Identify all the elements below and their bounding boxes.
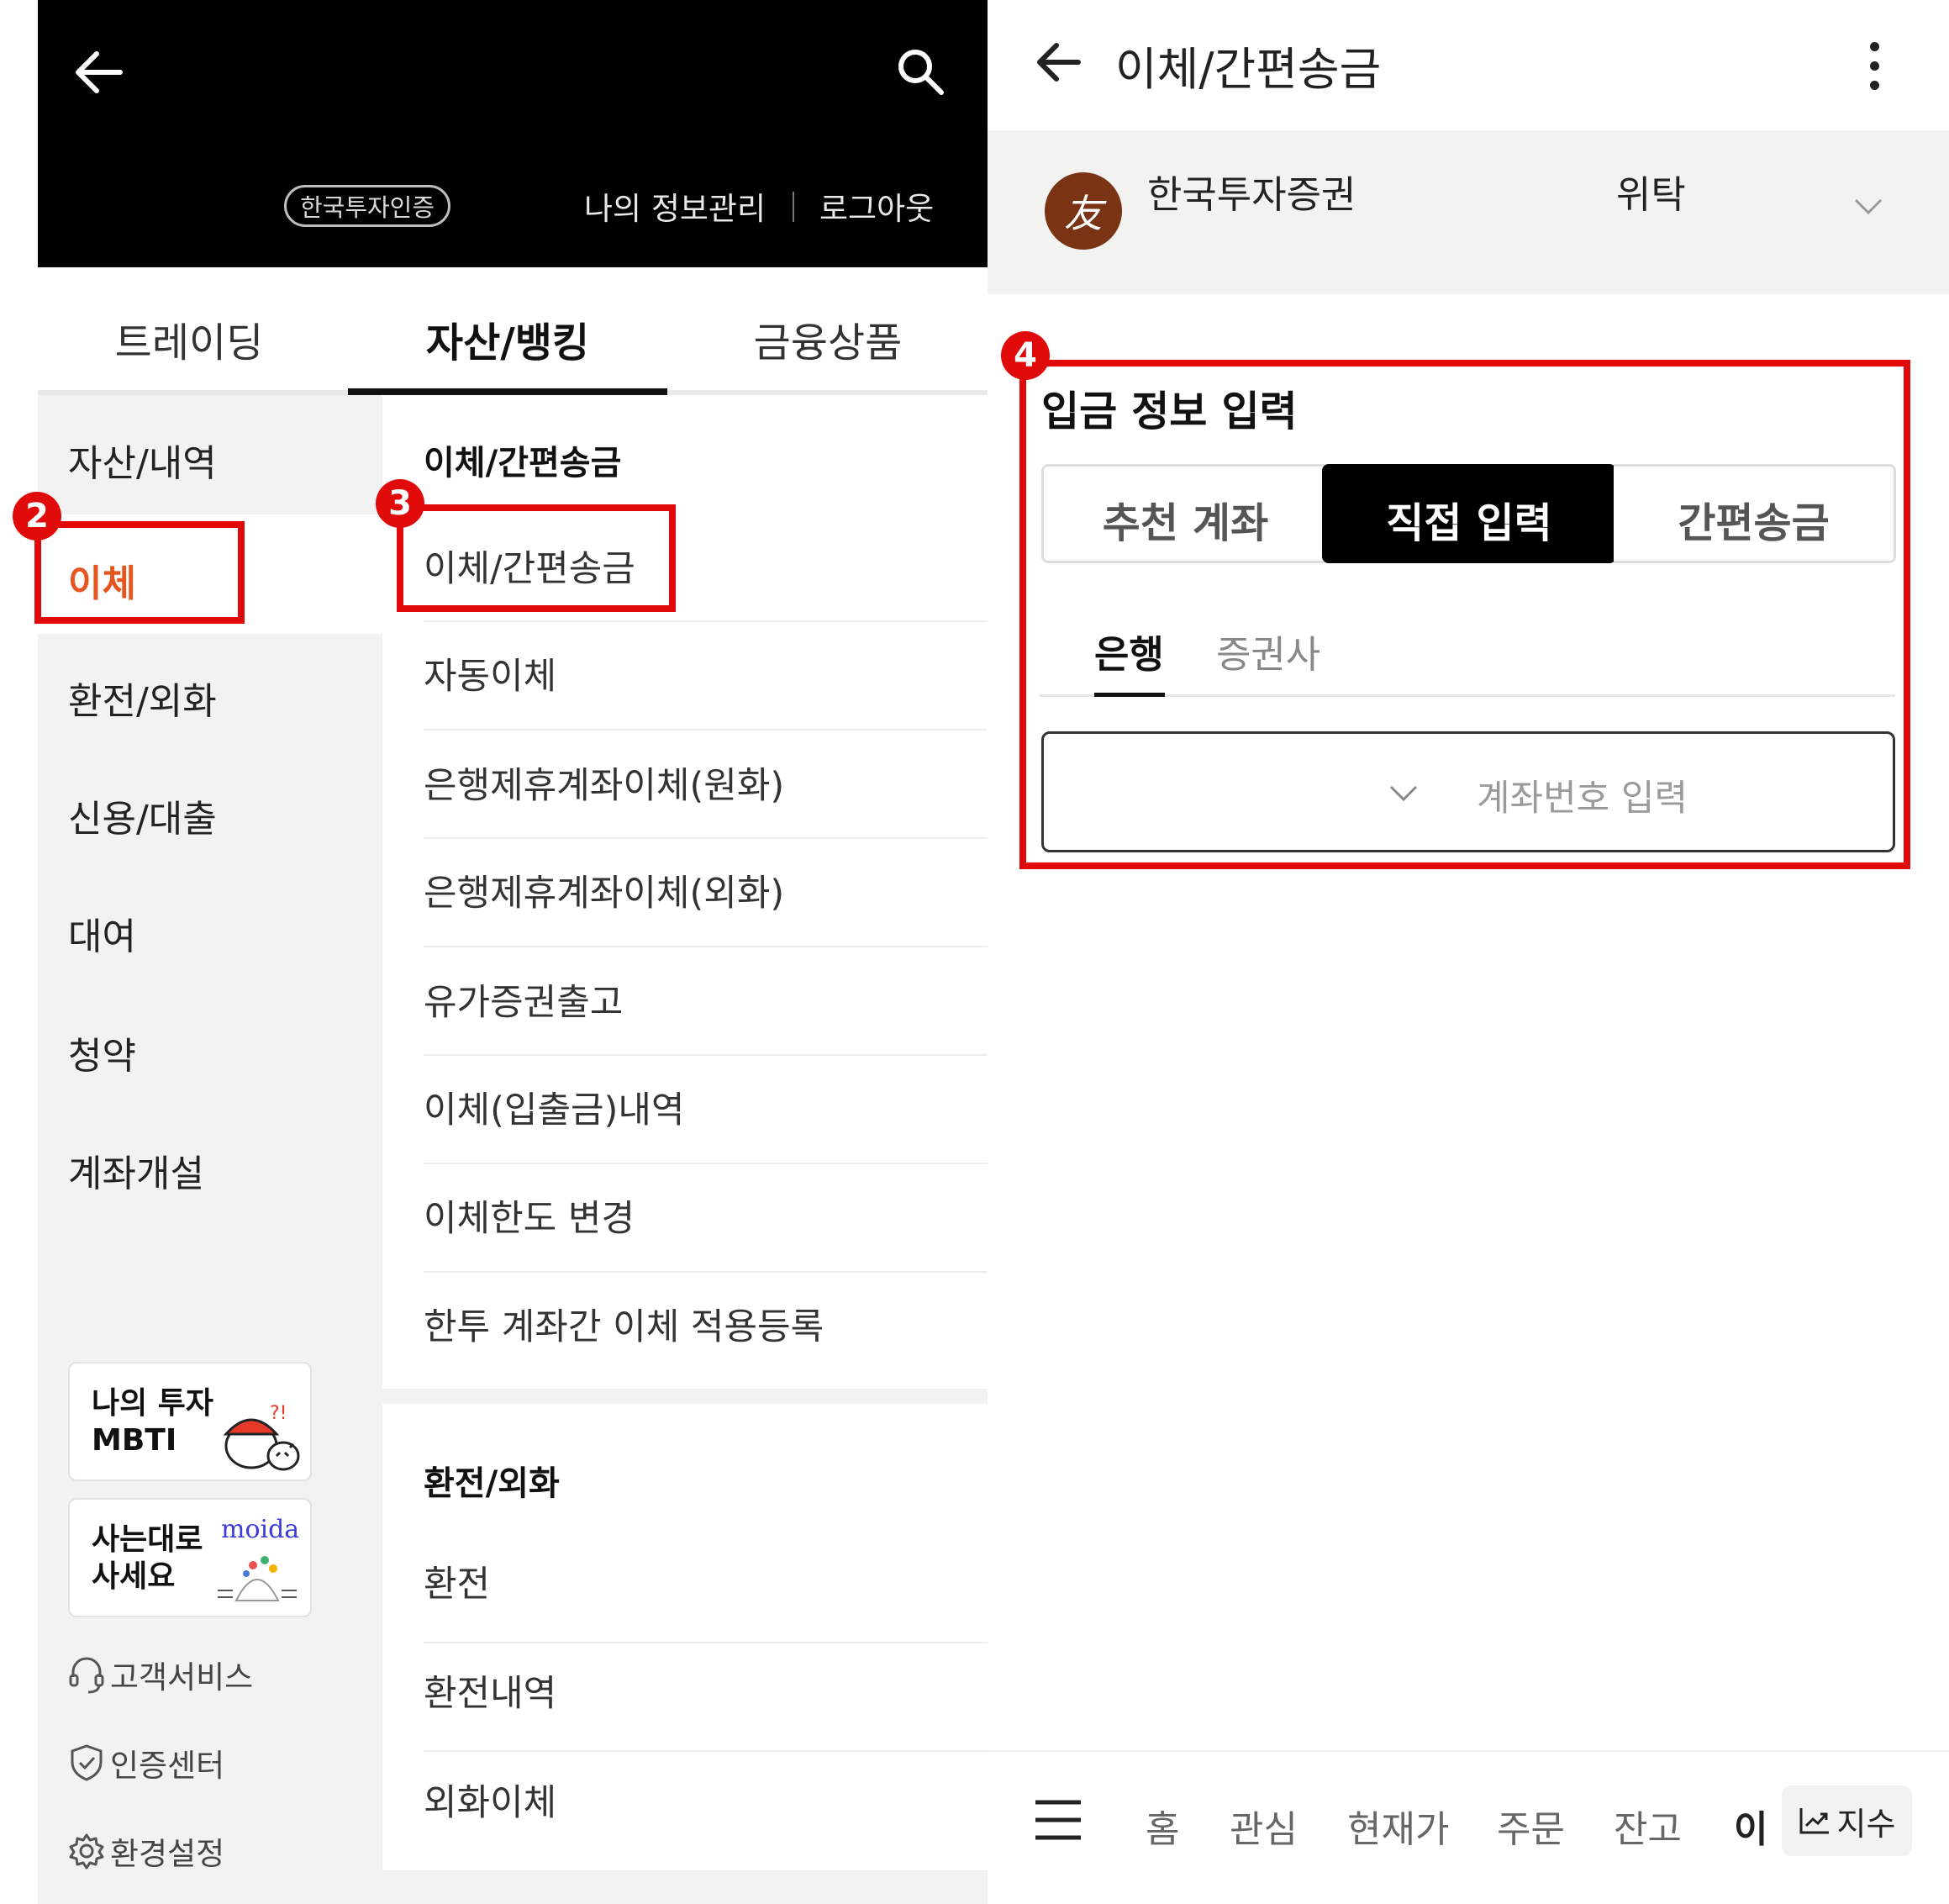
submenu-item-limit-change[interactable]: 이체한도 변경 [424,1189,635,1242]
svg-text:?!: ?! [270,1403,287,1424]
annotation-box-4 [1019,360,1910,869]
divider [424,946,988,947]
bottom-nav: 홈 관심 현재가 주문 잔고 이 지수 [988,1750,1949,1904]
customer-service-label: 고객서비스 [110,1659,254,1696]
submenu-item-fx-transfer[interactable]: 외화이체 [424,1774,556,1826]
divider [424,620,988,622]
account-company: 한국투자증권 [1147,172,1356,217]
index-button[interactable]: 지수 [1782,1785,1912,1856]
tab-trading[interactable]: 트레이딩 [29,309,349,368]
submenu-item-bank-fx[interactable]: 은행제휴계좌이체(외화) [424,864,784,916]
account-selector[interactable]: 友 한국투자증권 위탁 [988,130,1949,294]
header-divider [793,192,794,222]
brokerage-logo: 友 [1045,172,1122,250]
submenu-column: 이체/간편송금 이체/간편송금 자동이체 은행제휴계좌이체(원화) 은행제휴계좌… [382,395,988,1904]
nav-current-price[interactable]: 현재가 [1347,1799,1449,1853]
hamburger-menu-icon[interactable] [1034,1799,1082,1844]
divider [424,1163,988,1164]
annotation-box-2 [34,521,245,624]
more-options-icon[interactable] [1870,42,1880,100]
my-info-link[interactable]: 나의 정보관리 [584,183,766,229]
tab-active-underline [348,388,667,395]
submenu-section-transfer: 이체/간편송금 [424,444,622,483]
divider [424,1642,988,1643]
divider [424,1750,988,1752]
divider [424,1271,988,1273]
back-arrow-icon[interactable] [71,49,125,99]
divider [424,837,988,839]
section-gap [382,1870,988,1904]
tab-assets-banking[interactable]: 자산/뱅킹 [348,309,667,368]
left-screen: 한국투자인증 나의 정보관리 로그아웃 트레이딩 자산/뱅킹 금융상품 자산/내… [13,0,988,1904]
chevron-down-icon [1853,198,1883,219]
auth-center-label: 인증센터 [110,1748,225,1784]
submenu-section-exchange: 환전/외화 [424,1464,560,1503]
sidebar-item-assets[interactable]: 자산/내역 [68,433,217,487]
nav-watchlist[interactable]: 관심 [1230,1799,1298,1853]
submenu-item-exchange-history[interactable]: 환전내역 [424,1664,556,1717]
annotation-box-3 [397,504,676,612]
submenu-item-securities-out[interactable]: 유가증권출고 [424,973,623,1026]
search-icon[interactable] [895,46,946,100]
section-gap [382,1389,988,1404]
shield-icon [71,1744,103,1781]
trend-chart-icon [1799,1808,1829,1834]
submenu-item-transfer-history[interactable]: 이체(입출금)내역 [424,1081,684,1133]
moida-banner[interactable]: 사는대로 사세요 moida [68,1498,312,1617]
account-type: 위탁 [1616,172,1686,217]
settings-label: 환경설정 [110,1836,225,1872]
customer-service-link[interactable]: 고객서비스 [68,1652,253,1697]
submenu-item-bank-krw[interactable]: 은행제휴계좌이체(원화) [424,757,784,809]
moida-logo: moida [221,1515,300,1544]
sidebar-item-open-account[interactable]: 계좌개설 [68,1143,204,1197]
category-tabs: 트레이딩 자산/뱅킹 금융상품 [38,267,988,395]
submenu-item-inter-account[interactable]: 한투 계좌간 이체 적용등록 [424,1298,824,1350]
annotation-badge-4: 4 [1001,331,1050,380]
sidebar-item-lending[interactable]: 대여 [68,906,136,960]
logout-link[interactable]: 로그아웃 [819,183,934,229]
sidebar-item-subscription[interactable]: 청약 [68,1026,136,1079]
annotation-badge-3: 3 [376,479,424,528]
divider [424,729,988,730]
submenu-item-exchange[interactable]: 환전 [424,1555,490,1607]
back-arrow-icon[interactable] [1033,40,1083,87]
sidebar-item-credit-loan[interactable]: 신용/대출 [68,788,217,842]
nav-order[interactable]: 주문 [1497,1799,1565,1853]
mbti-banner[interactable]: 나의 투자 MBTI ?! [68,1362,312,1481]
nav-home[interactable]: 홈 [1146,1799,1179,1853]
nav-more-item[interactable]: 이 [1734,1799,1767,1853]
sidebar-item-exchange[interactable]: 환전/외화 [68,671,217,725]
annotation-badge-2: 2 [13,492,61,541]
left-header: 한국투자인증 나의 정보관리 로그아웃 [38,0,988,267]
tab-financial-products[interactable]: 금융상품 [668,309,988,368]
mbti-banner-text: 나의 투자 MBTI [92,1386,214,1458]
page-title: 이체/간편송금 [1115,43,1382,96]
settings-link[interactable]: 환경설정 [68,1828,224,1874]
cat-illustration-icon [211,1550,303,1612]
auth-center-link[interactable]: 인증센터 [68,1740,224,1785]
headset-icon [69,1657,104,1694]
submenu-item-auto-transfer[interactable]: 자동이체 [424,647,556,699]
index-label: 지수 [1836,1805,1896,1843]
gear-icon [69,1833,104,1870]
certificate-pill[interactable]: 한국투자인증 [284,185,450,227]
character-illustration-icon: ?! [218,1400,302,1476]
divider [424,1054,988,1056]
moida-banner-text: 사는대로 사세요 [92,1522,203,1594]
right-screen: 이체/간편송금 友 한국투자증권 위탁 입금 정보 입력 추천 계좌 직접 입력… [988,0,1949,1904]
nav-balance[interactable]: 잔고 [1614,1799,1682,1853]
